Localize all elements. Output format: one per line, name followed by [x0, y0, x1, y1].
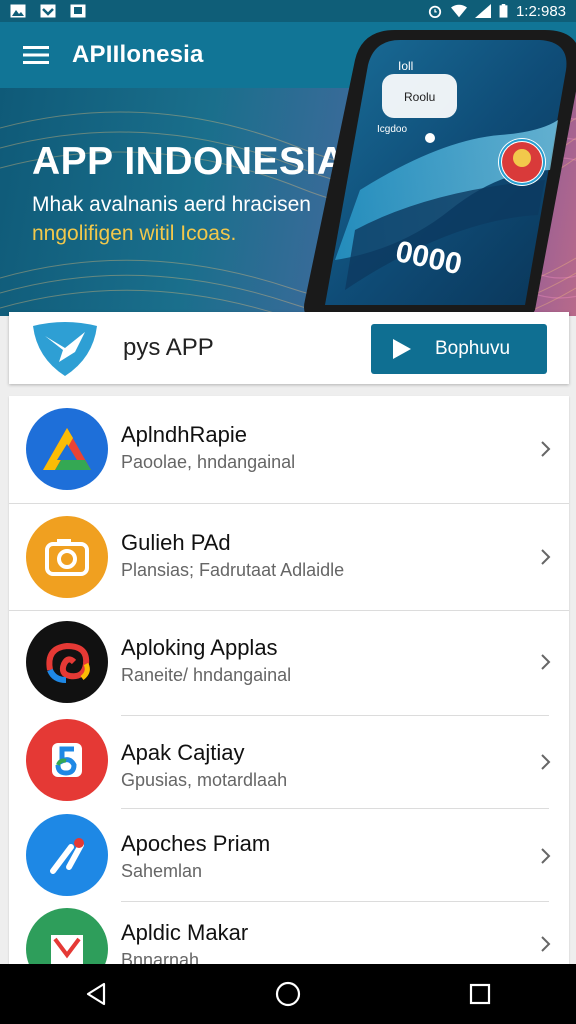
list-item[interactable]: Apoches Priam Sahemlan: [9, 809, 569, 901]
tools-icon: [26, 814, 108, 896]
play-icon: [393, 339, 411, 359]
overflow-menu-button[interactable]: [522, 22, 576, 88]
camera-icon: [26, 516, 108, 598]
image-icon: [10, 4, 26, 18]
status-bar: 1:2:983: [0, 0, 576, 22]
hero-banner: APP INDONESIA Mhak avalnanis aerd hracis…: [0, 88, 576, 316]
promo-play-button[interactable]: Bophuvu: [371, 324, 547, 374]
app-name: Apldic Makar: [121, 920, 249, 945]
hero-title: APP INDONESIA: [32, 140, 346, 183]
alarm-icon: [428, 5, 442, 18]
search-button[interactable]: [468, 22, 522, 88]
status-left-icons: [10, 4, 86, 18]
list-item[interactable]: Apldic Makar Bnnarnah: [9, 902, 569, 964]
app-name: Gulieh PAd: [121, 530, 231, 555]
chevron-right-icon: [541, 441, 551, 457]
app-meta: Sahemlan: [121, 861, 203, 881]
app-meta: Bnnarnah: [121, 950, 200, 964]
back-icon: [86, 982, 106, 1006]
hamburger-icon: [23, 46, 49, 64]
swirl-icon: [26, 621, 108, 703]
recents-button[interactable]: [450, 964, 510, 1024]
chevron-right-icon: [541, 754, 551, 770]
shield-bird-logo-icon: [33, 322, 97, 376]
home-button[interactable]: [258, 964, 318, 1024]
app-bar-actions: [468, 22, 576, 88]
system-nav-bar: [0, 964, 576, 1024]
list-item[interactable]: Gulieh PAd Plansias; Fadrutaat Adlaidle: [9, 504, 569, 610]
check-icon: [40, 4, 56, 18]
signal-icon: [474, 4, 491, 18]
app-meta: Paoolae, hndangainal: [121, 452, 296, 472]
status-time: 1:2:983: [515, 2, 566, 20]
home-icon: [275, 981, 301, 1007]
app-meta: Gpusias, motardlaah: [121, 770, 288, 790]
chevron-right-icon: [541, 848, 551, 864]
app-list: AplndhRapie Paoolae, hndangainal Gulieh …: [9, 396, 569, 964]
spiral-icon: [26, 719, 108, 801]
drive-triangle-icon: [26, 408, 108, 490]
overflow-icon: [546, 43, 552, 67]
promo-card: pys APP Bophuvu: [9, 312, 569, 384]
promo-button-label: Bophuvu: [435, 338, 511, 359]
status-right-icons: 1:2:983: [427, 3, 566, 20]
hero-subtitle-line1: Mhak avalnanis aerd hracisen: [32, 193, 311, 216]
photo-icon: [70, 4, 86, 18]
list-item[interactable]: Aploking Applas Raneite/ hndangainal: [9, 611, 569, 716]
wifi-icon: [450, 4, 467, 18]
app-name: Apak Cajtiay: [121, 740, 245, 765]
promo-label: pys APP: [123, 334, 214, 361]
app-title: APIIlonesia: [72, 41, 204, 68]
flag-icon: [26, 908, 108, 964]
app-name: Aploking Applas: [121, 635, 278, 660]
app-name: AplndhRapie: [121, 422, 247, 447]
app-meta: Plansias; Fadrutaat Adlaidle: [121, 560, 345, 580]
battery-icon: [499, 4, 508, 18]
app-meta: Raneite/ hndangainal: [121, 665, 292, 685]
app-bar: APIIlonesia: [0, 22, 576, 88]
menu-button[interactable]: [0, 22, 72, 88]
chevron-right-icon: [541, 654, 551, 670]
app-name: Apoches Priam: [121, 831, 271, 856]
chevron-right-icon: [541, 936, 551, 952]
back-button[interactable]: [66, 964, 126, 1024]
list-item[interactable]: AplndhRapie Paoolae, hndangainal: [9, 396, 569, 503]
search-icon: [482, 42, 508, 68]
hero-subtitle-line2: nngolifigen witil Icoas.: [32, 222, 237, 245]
chevron-right-icon: [541, 549, 551, 565]
list-item[interactable]: Apak Cajtiay Gpusias, motardlaah: [9, 716, 569, 808]
recents-icon: [469, 983, 491, 1005]
